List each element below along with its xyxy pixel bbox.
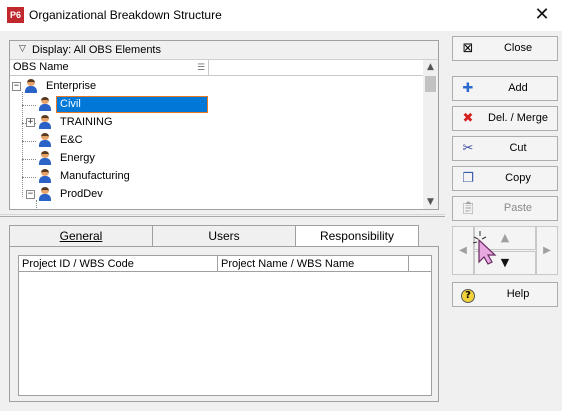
tree-node-civil[interactable]: Civil (38, 96, 208, 113)
red-x-icon: ✖ (462, 111, 474, 126)
tab-label: Users (208, 229, 240, 243)
help-button[interactable]: ? Help (452, 282, 558, 307)
cut-button-label: Cut (509, 142, 527, 154)
tree-connector (22, 92, 23, 197)
copy-button-label: Copy (505, 172, 531, 184)
paste-icon: 📋︎ (460, 201, 477, 216)
expand-icon[interactable]: + (26, 118, 35, 127)
move-right-icon[interactable]: ▶ (536, 226, 558, 275)
tab-responsibility[interactable]: Responsibility (295, 225, 419, 247)
collapse-icon[interactable]: − (12, 82, 21, 91)
tree-node-label: Civil (60, 98, 81, 110)
scroll-up-icon[interactable]: ▲ (423, 60, 438, 74)
close-button[interactable]: ⊠ Close (452, 36, 558, 61)
help-question-icon: ? (460, 287, 476, 303)
add-button[interactable]: ✚ Add (452, 76, 558, 101)
paste-button-label: Paste (503, 202, 533, 214)
delete-merge-button[interactable]: ✖ Del. / Merge (452, 106, 558, 131)
tree-node-ec[interactable]: E&C (38, 132, 208, 149)
detail-tabs: General Users Responsibility (9, 225, 439, 247)
obs-person-icon (38, 169, 52, 183)
obs-person-icon (38, 115, 52, 129)
tree-node-label: Energy (60, 152, 95, 164)
display-filter-bar[interactable]: ▽ Display: All OBS Elements (10, 41, 438, 60)
title-bar: P6 Organizational Breakdown Structure ✕ (0, 0, 562, 31)
window-close-icon[interactable]: ✕ (531, 4, 553, 26)
scroll-down-icon[interactable]: ▼ (423, 195, 438, 209)
scissors-icon: ✂ (462, 141, 474, 156)
tab-users[interactable]: Users (152, 225, 296, 247)
obs-column-header[interactable]: OBS Name ☰ (10, 60, 423, 76)
tab-label: Responsibility (319, 229, 395, 243)
responsibility-panel: Project ID / WBS Code Project Name / WBS… (9, 246, 439, 402)
p6-app-icon: P6 (7, 7, 24, 23)
copy-icon: ❐ (462, 171, 474, 186)
column-separator[interactable] (208, 60, 209, 76)
panel-splitter[interactable] (0, 214, 445, 217)
column-project-id[interactable]: Project ID / WBS Code (19, 256, 218, 272)
window-title: Organizational Breakdown Structure (29, 8, 222, 22)
tree-connector (22, 141, 36, 142)
scroll-thumb[interactable] (425, 76, 436, 92)
tab-label: General (59, 229, 103, 243)
obs-person-icon (38, 151, 52, 165)
column-filter-icon[interactable]: ☰ (197, 62, 205, 73)
grid-header: Project ID / WBS Code Project Name / WBS… (19, 256, 431, 272)
tree-node-label: Enterprise (46, 80, 97, 92)
tree-node-label: E&C (60, 134, 83, 146)
tree-node-training[interactable]: + TRAINING (26, 114, 206, 131)
tree-node-label: Manufacturing (60, 170, 130, 182)
move-node-controls: ◀ ▲ ▼ ▶ (452, 226, 558, 275)
add-button-label: Add (508, 82, 528, 94)
plus-icon: ✚ (462, 81, 474, 96)
tree-node-manufacturing[interactable]: Manufacturing (38, 168, 208, 185)
obs-name-header[interactable]: OBS Name (13, 61, 69, 73)
close-window-icon: ⊠ (462, 41, 474, 56)
tree-node-label: TRAINING (60, 116, 113, 128)
obs-person-icon (38, 187, 52, 201)
display-filter-label: Display: All OBS Elements (32, 44, 161, 56)
obs-person-icon (38, 97, 52, 111)
help-button-label: Help (506, 288, 530, 300)
cut-button[interactable]: ✂ Cut (452, 136, 558, 161)
tree-node-energy[interactable]: Energy (38, 150, 208, 167)
column-project-name[interactable]: Project Name / WBS Name (218, 256, 409, 272)
delete-merge-button-label: Del. / Merge (488, 112, 548, 124)
responsibility-grid[interactable]: Project ID / WBS Code Project Name / WBS… (18, 255, 432, 396)
tree-vertical-scrollbar[interactable]: ▲ ▼ (423, 60, 438, 209)
obs-person-icon (38, 133, 52, 147)
dialog-client: ▽ Display: All OBS Elements OBS Name ☰ ▲… (0, 31, 562, 411)
tree-node-enterprise[interactable]: − Enterprise (12, 78, 212, 95)
tree-node-label: ProdDev (60, 188, 103, 200)
tree-connector (22, 105, 36, 106)
tab-general[interactable]: General (9, 225, 153, 247)
copy-button[interactable]: ❐ Copy (452, 166, 558, 191)
chevron-down-icon[interactable]: ▽ (19, 44, 26, 54)
tree-node-proddev[interactable]: − ProdDev (26, 186, 206, 203)
obs-person-icon (24, 79, 38, 93)
tree-connector (22, 159, 36, 160)
tree-connector (22, 177, 36, 178)
close-button-label: Close (503, 42, 533, 54)
paste-button[interactable]: 📋︎ Paste (452, 196, 558, 221)
mouse-cursor-icon (472, 231, 497, 265)
collapse-icon[interactable]: − (26, 190, 35, 199)
